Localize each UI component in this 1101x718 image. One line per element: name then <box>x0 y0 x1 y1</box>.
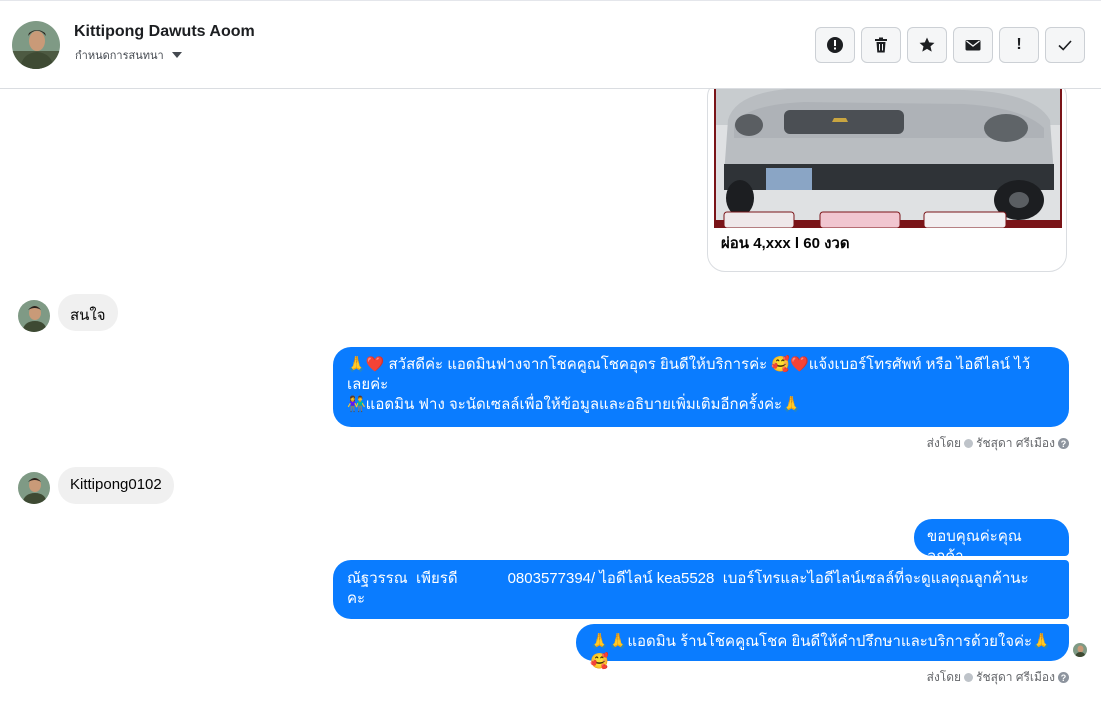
help-icon[interactable]: ? <box>1058 672 1069 683</box>
mark-unread-button[interactable] <box>953 27 993 63</box>
message-thread[interactable]: ผ่อน 4,xxx l 60 งวด สนใจ 🙏❤️ สวัสดีค่ะ แ… <box>0 89 1101 718</box>
message-line: 👫แอดมิน ฟาง จะนัดเซลล์เพื่อให้ข้อมูลและอ… <box>347 396 801 413</box>
alert-circle-icon <box>827 37 843 53</box>
seen-avatar-icon <box>1073 643 1087 657</box>
outgoing-message[interactable]: ขอบคุณค่ะคุณลูกค้า <box>914 519 1069 565</box>
mark-done-button[interactable] <box>1045 27 1085 63</box>
sent-by-meta: ส่งโดย รัชสุดา ศรีเมือง ? <box>927 434 1069 453</box>
message-line: 🙏❤️ สวัสดีค่ะ แอดมินฟางจากโชคคูณโชคอุดร … <box>347 356 1031 373</box>
shared-post-card[interactable]: ผ่อน 4,xxx l 60 งวด <box>707 89 1067 272</box>
sent-by-meta: ส่งโดย รัชสุดา ศรีเมือง ? <box>927 668 1069 687</box>
star-button[interactable] <box>907 27 947 63</box>
outgoing-message[interactable]: 🙏🙏แอดมิน ร้านโชคคูณโชค ยินดีให้คำปรึกษาแ… <box>576 624 1069 670</box>
card-caption: ผ่อน 4,xxx l 60 งวด <box>721 235 850 252</box>
incoming-message[interactable]: Kittipong0102 <box>58 467 174 504</box>
envelope-icon <box>965 40 981 51</box>
sent-by-label: ส่งโดย <box>926 670 962 684</box>
conversation-schedule-dropdown[interactable]: กำหนดการสนทนา <box>75 46 182 64</box>
delete-button[interactable] <box>861 27 901 63</box>
sender-name[interactable]: รัชสุดา ศรีเมือง <box>976 668 1055 687</box>
report-button[interactable] <box>815 27 855 63</box>
sender-name[interactable]: รัชสุดา ศรีเมือง <box>976 434 1055 453</box>
message-line: ณัฐวรรณ เพียรดี 0803577394/ ไอดีไลน์ kea… <box>347 570 1029 587</box>
subtitle-label: กำหนดการสนทนา <box>75 50 164 62</box>
help-icon[interactable]: ? <box>1058 438 1069 449</box>
checkmark-icon <box>1058 40 1072 51</box>
car-photo[interactable] <box>714 89 1062 228</box>
message-line: เลยค่ะ <box>347 376 389 393</box>
contact-avatar-small[interactable] <box>18 300 50 332</box>
sent-by-label: ส่งโดย <box>926 436 962 450</box>
trash-icon <box>875 37 887 53</box>
message-line: คะ <box>347 590 366 607</box>
header-toolbar: ! <box>815 27 1085 63</box>
spam-button[interactable]: ! <box>999 27 1039 63</box>
exclamation-icon: ! <box>1016 36 1022 53</box>
contact-name[interactable]: Kittipong Dawuts Aoom <box>74 23 255 41</box>
sender-avatar-icon <box>964 673 974 682</box>
contact-avatar-small[interactable] <box>18 472 50 504</box>
conversation-header: Kittipong Dawuts Aoom กำหนดการสนทนา ! <box>0 0 1101 89</box>
incoming-message[interactable]: สนใจ <box>58 294 118 331</box>
caret-down-icon <box>171 52 182 58</box>
contact-avatar[interactable] <box>12 21 60 69</box>
star-icon <box>919 37 935 52</box>
outgoing-message[interactable]: ณัฐวรรณ เพียรดี 0803577394/ ไอดีไลน์ kea… <box>333 560 1069 619</box>
outgoing-message[interactable]: 🙏❤️ สวัสดีค่ะ แอดมินฟางจากโชคคูณโชคอุดร … <box>333 347 1069 427</box>
sender-avatar-icon <box>964 439 974 448</box>
